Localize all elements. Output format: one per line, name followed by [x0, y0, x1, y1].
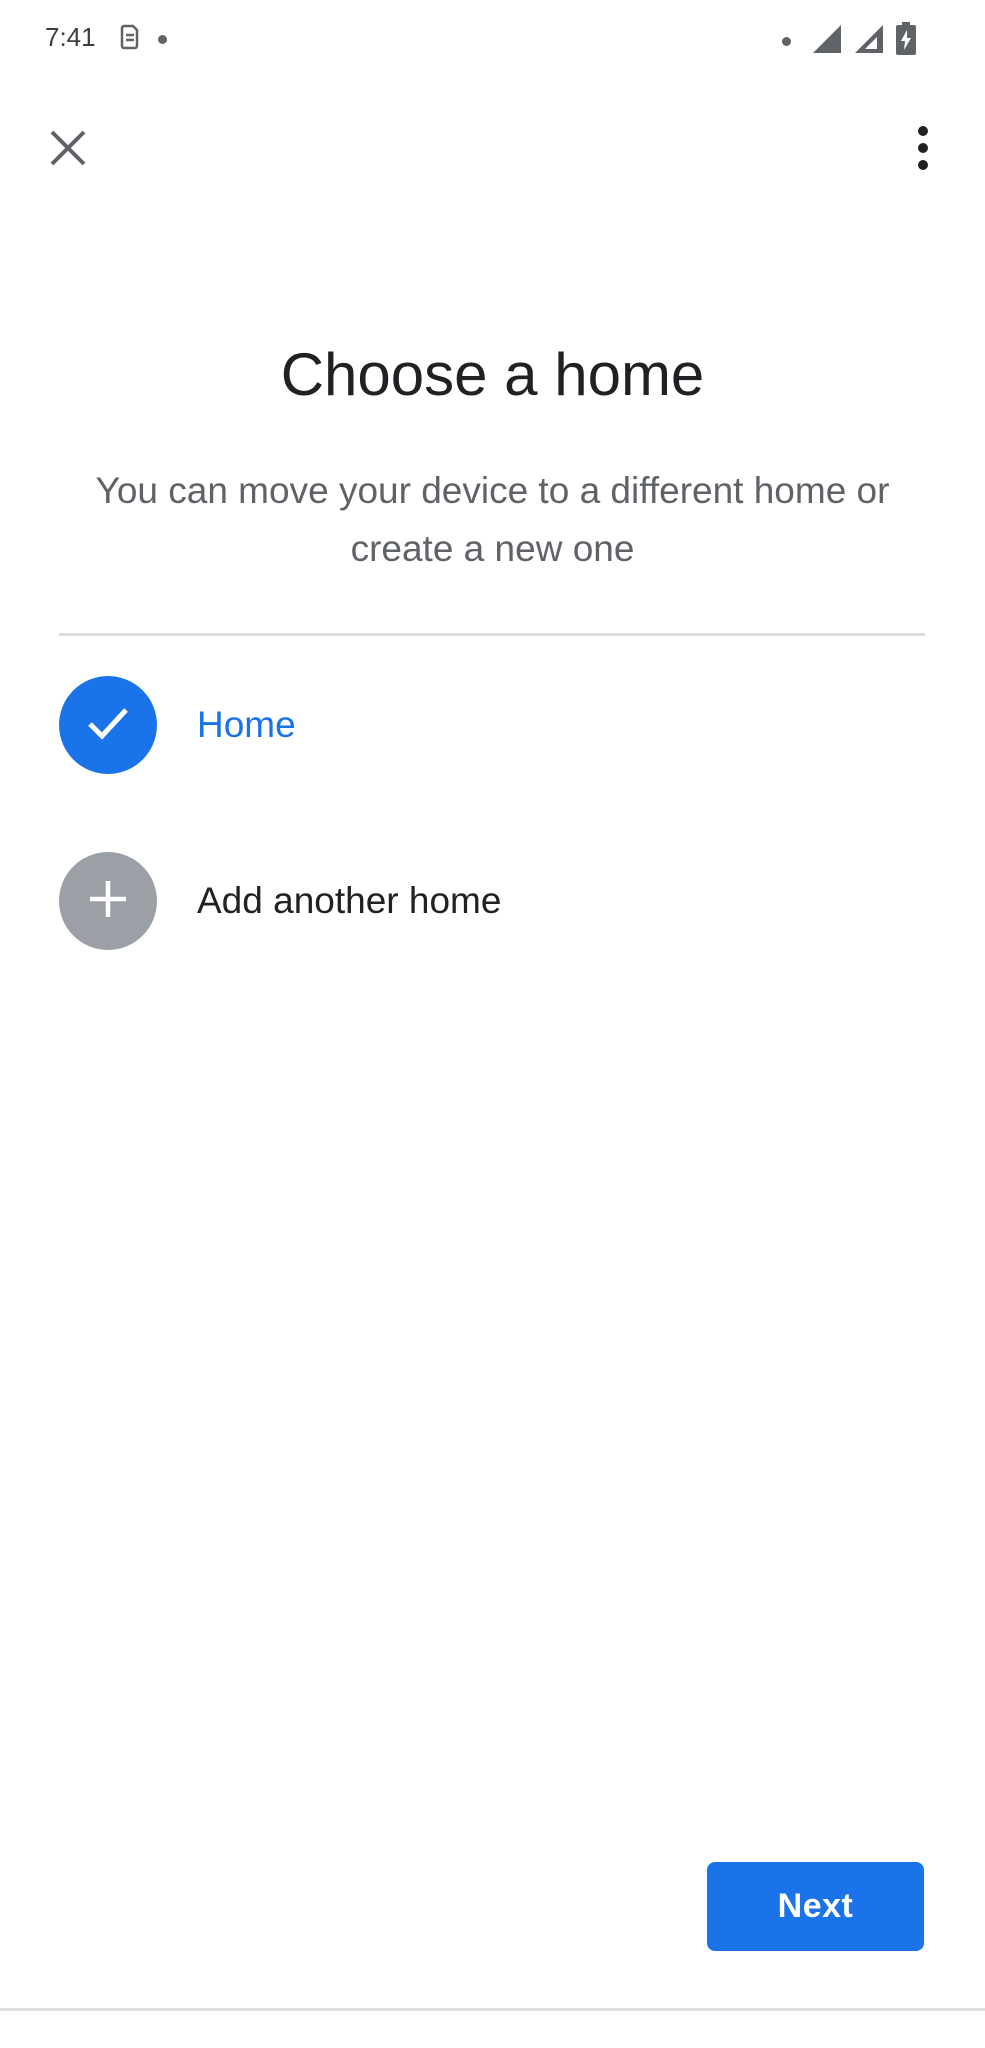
selected-check-badge: [59, 676, 157, 774]
top-app-bar: [0, 100, 985, 200]
signal-icon: [811, 23, 843, 60]
status-time: 7:41: [45, 22, 96, 52]
page-subtitle: You can move your device to a different …: [95, 470, 890, 569]
battery-charging-icon: [895, 22, 917, 61]
signal-icon: [853, 23, 885, 60]
more-options-button[interactable]: [891, 118, 955, 182]
close-button[interactable]: [36, 118, 100, 182]
home-option-label: Home: [197, 704, 296, 745]
home-option[interactable]: Home: [59, 675, 925, 775]
check-icon: [85, 700, 131, 751]
notification-dot-icon: [158, 35, 167, 44]
status-bar: 7:41: [0, 0, 985, 80]
plus-icon: [88, 879, 128, 924]
add-another-home-option[interactable]: Add another home: [59, 851, 925, 951]
close-icon: [48, 128, 88, 173]
add-badge: [59, 852, 157, 950]
more-vert-icon: [917, 125, 929, 175]
navigation-bar-divider: [0, 2008, 985, 2011]
sim-card-icon: [120, 24, 140, 55]
page-title: Choose a home: [280, 341, 705, 408]
next-button[interactable]: Next: [707, 1862, 924, 1951]
add-another-home-label: Add another home: [197, 880, 502, 921]
divider: [59, 633, 925, 636]
notification-dot-icon: [782, 37, 791, 46]
